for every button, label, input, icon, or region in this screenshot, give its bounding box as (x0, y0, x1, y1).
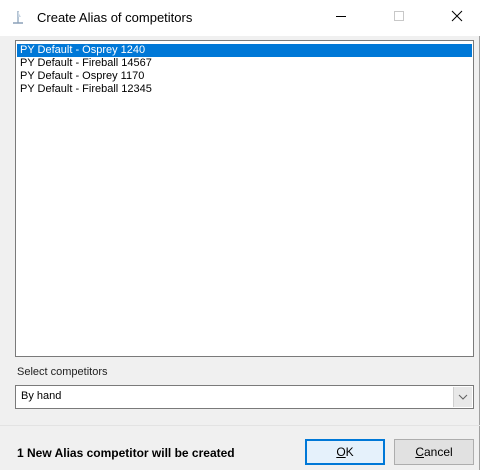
list-item[interactable]: PY Default - Fireball 12345 (17, 83, 472, 96)
list-item[interactable]: PY Default - Fireball 14567 (17, 57, 472, 70)
close-icon (451, 9, 463, 27)
window-title: Create Alias of competitors (37, 10, 193, 25)
minimize-button[interactable] (318, 0, 364, 36)
maximize-icon (393, 9, 405, 27)
list-item[interactable]: PY Default - Osprey 1170 (17, 70, 472, 83)
ok-button[interactable]: OK (305, 439, 385, 465)
close-button[interactable] (434, 0, 480, 36)
cancel-button[interactable]: Cancel (394, 439, 474, 465)
cancel-label: ancel (423, 445, 453, 459)
list-item[interactable]: PY Default - Osprey 1240 (17, 44, 472, 57)
select-competitors-dropdown[interactable]: By hand (15, 385, 474, 409)
alias-info-text: 1 New Alias competitor will be created (17, 446, 235, 460)
title-bar[interactable]: Create Alias of competitors (0, 0, 480, 36)
cancel-mnemonic: C (415, 445, 424, 459)
ok-mnemonic: O (336, 445, 346, 459)
app-icon (10, 10, 26, 26)
select-competitors-value: By hand (21, 390, 62, 402)
chevron-down-icon[interactable] (453, 387, 472, 407)
competitor-listbox[interactable]: PY Default - Osprey 1240 PY Default - Fi… (15, 40, 474, 357)
ok-label: K (345, 445, 354, 459)
footer-divider (0, 425, 480, 426)
dialog-window: Create Alias of competitors PY Default -… (0, 0, 480, 470)
minimize-icon (335, 9, 347, 27)
select-competitors-label: Select competitors (17, 366, 108, 378)
maximize-button[interactable] (376, 0, 422, 36)
